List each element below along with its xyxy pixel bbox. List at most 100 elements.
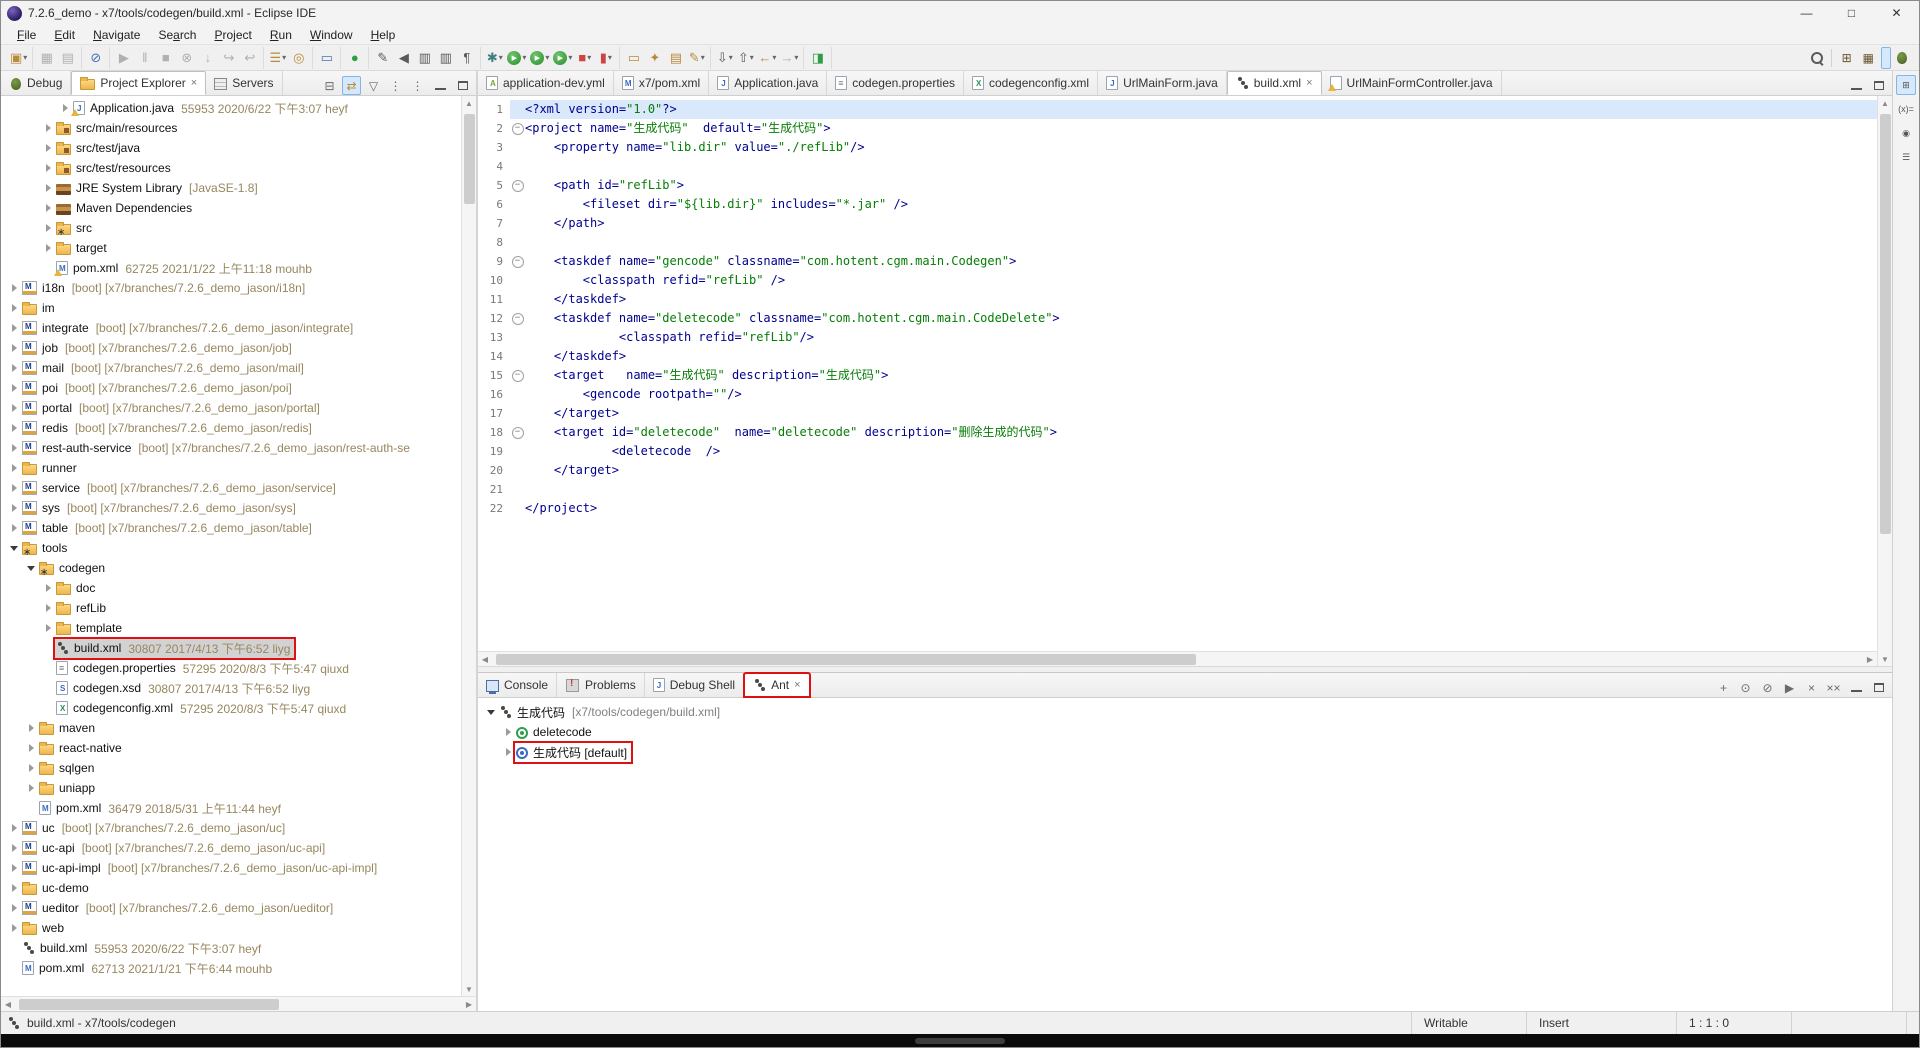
tree-row[interactable]: src/main/resources [1, 118, 461, 138]
tree-expand-arrow-icon[interactable] [41, 124, 55, 132]
tree-expand-arrow-icon[interactable] [24, 784, 38, 792]
tree-row[interactable]: portal [boot] [x7/branches/7.2.6_demo_ja… [1, 398, 461, 418]
tree-expand-arrow-icon[interactable] [484, 710, 498, 715]
fold-marker-icon[interactable] [510, 290, 525, 309]
project-tree-hscrollbar[interactable]: ◀ ▶ [1, 996, 476, 1011]
fold-marker-icon[interactable] [510, 423, 525, 442]
tree-expand-arrow-icon[interactable] [41, 624, 55, 632]
tab-application-dev-yml[interactable]: application-dev.yml × [478, 71, 614, 95]
tree-row[interactable]: src/test/java [1, 138, 461, 158]
tree-expand-arrow-icon[interactable] [41, 604, 55, 612]
tree-row[interactable]: pom.xml 36479 2018/5/31 上午11:44 heyf [1, 798, 461, 818]
breakpoints-view-icon[interactable]: ◉ [1896, 123, 1916, 143]
tab-project-explorer[interactable]: Project Explorer × [71, 71, 206, 95]
view-menu-icon[interactable]: ⋮ [408, 76, 427, 95]
save-icon[interactable]: ▦ [36, 47, 57, 69]
ant-tree-row[interactable]: deletecode [478, 722, 1892, 742]
remove-buildfile-icon[interactable]: × [1802, 678, 1821, 697]
tree-expand-arrow-icon[interactable] [7, 364, 21, 372]
tree-row[interactable]: redis [boot] [x7/branches/7.2.6_demo_jas… [1, 418, 461, 438]
tree-expand-arrow-icon[interactable] [7, 546, 21, 551]
templates-icon[interactable]: ▥ [435, 47, 456, 69]
tree-row[interactable]: target [1, 238, 461, 258]
minimize-view-icon[interactable] [431, 76, 450, 95]
tree-row[interactable]: runner [1, 458, 461, 478]
fold-marker-icon[interactable] [510, 385, 525, 404]
close-tab-icon[interactable]: × [1306, 77, 1312, 89]
editor-hscrollbar[interactable]: ◀ ▶ [478, 651, 1877, 666]
terminate-launch-icon[interactable]: ■ [574, 47, 595, 69]
link-with-editor-icon[interactable]: ⇄ [342, 76, 361, 95]
show-whitespace-icon[interactable]: ¶ [456, 47, 477, 69]
fold-marker-icon[interactable] [510, 233, 525, 252]
tree-row[interactable]: JRE System Library [JavaSE-1.8] [1, 178, 461, 198]
tree-row[interactable]: maven [1, 718, 461, 738]
fold-marker-icon[interactable] [510, 442, 525, 461]
boot-dashboard-icon[interactable]: ● [344, 47, 365, 69]
fold-marker-icon[interactable] [510, 271, 525, 290]
tab-ant[interactable]: Ant × [744, 673, 809, 697]
tree-row[interactable]: table [boot] [x7/branches/7.2.6_demo_jas… [1, 518, 461, 538]
open-view-icon[interactable]: ▥ [414, 47, 435, 69]
pin-icon[interactable]: ◀ [393, 47, 414, 69]
tree-expand-arrow-icon[interactable] [7, 504, 21, 512]
tree-row[interactable]: doc [1, 578, 461, 598]
tree-row[interactable]: build.xml 30807 2017/4/13 下午6:52 liyg [1, 638, 461, 658]
filter-icon[interactable]: ▽ [364, 76, 383, 95]
maximize-window-button[interactable]: □ [1829, 1, 1874, 25]
tree-expand-arrow-icon[interactable] [7, 344, 21, 352]
restore-views-icon[interactable]: ⊞ [1896, 75, 1916, 95]
open-type-icon[interactable]: ▭ [623, 47, 644, 69]
tree-expand-arrow-icon[interactable] [7, 864, 21, 872]
scrollbar-thumb[interactable] [1880, 114, 1891, 534]
tree-expand-arrow-icon[interactable] [501, 728, 515, 736]
tree-expand-arrow-icon[interactable] [24, 566, 38, 571]
maximize-view-icon[interactable] [1869, 678, 1888, 697]
customize-view-icon[interactable]: ⋮ [386, 76, 405, 95]
fold-marker-icon[interactable] [510, 366, 525, 385]
tree-row[interactable]: rest-auth-service [boot] [x7/branches/7.… [1, 438, 461, 458]
prev-annotation-icon[interactable]: ⇧ [735, 47, 756, 69]
fold-marker-icon[interactable] [510, 499, 525, 518]
menu-project[interactable]: Project [206, 26, 259, 44]
menu-help[interactable]: Help [363, 26, 404, 44]
scrollbar-thumb[interactable] [464, 114, 475, 204]
debug-launch-icon[interactable]: ✱ [484, 47, 505, 69]
open-perspective-icon[interactable]: ⊞ [1838, 47, 1856, 69]
maximize-editor-icon[interactable] [1869, 76, 1888, 95]
tree-row[interactable]: codegen.properties 57295 2020/8/3 下午5:47… [1, 658, 461, 678]
tab-debug-shell[interactable]: Debug Shell × [645, 673, 744, 697]
tree-row[interactable]: refLib [1, 598, 461, 618]
next-annotation-icon[interactable]: ⇩ [714, 47, 735, 69]
tab-problems[interactable]: Problems × [557, 673, 645, 697]
close-tab-icon[interactable]: × [191, 77, 197, 89]
fold-marker-icon[interactable] [510, 309, 525, 328]
menu-window[interactable]: Window [302, 26, 361, 44]
tree-row[interactable]: integrate [boot] [x7/branches/7.2.6_demo… [1, 318, 461, 338]
tree-expand-arrow-icon[interactable] [41, 244, 55, 252]
fold-marker-icon[interactable] [510, 100, 525, 119]
tree-expand-arrow-icon[interactable] [7, 484, 21, 492]
search-icon[interactable] [1809, 50, 1825, 66]
tree-row[interactable]: ueditor [boot] [x7/branches/7.2.6_demo_j… [1, 898, 461, 918]
tree-expand-arrow-icon[interactable] [7, 904, 21, 912]
run-to-line-icon[interactable]: ◎ [288, 47, 309, 69]
menu-search[interactable]: Search [150, 26, 204, 44]
sketch-icon[interactable]: ✎ [372, 47, 393, 69]
tree-row[interactable]: build.xml 55953 2020/6/22 下午3:07 heyf [1, 938, 461, 958]
tree-expand-arrow-icon[interactable] [41, 184, 55, 192]
fold-marker-icon[interactable] [510, 176, 525, 195]
tab-urlmainform-java[interactable]: UrlMainForm.java × [1098, 71, 1227, 95]
profile-launch-icon[interactable]: ▶ [551, 47, 574, 69]
tree-row[interactable]: Application.java 55953 2020/6/22 下午3:07 … [1, 98, 461, 118]
tree-row[interactable]: i18n [boot] [x7/branches/7.2.6_demo_jaso… [1, 278, 461, 298]
menu-run[interactable]: Run [262, 26, 300, 44]
coverage-launch-icon[interactable]: ▶ [528, 47, 551, 69]
maximize-view-icon[interactable] [453, 76, 472, 95]
variables-view-icon[interactable]: (x)= [1896, 99, 1916, 119]
tree-row[interactable]: sqlgen [1, 758, 461, 778]
tree-expand-arrow-icon[interactable] [24, 724, 38, 732]
fold-marker-icon[interactable] [510, 480, 525, 499]
run-launch-icon[interactable]: ▶ [505, 47, 528, 69]
tree-row[interactable]: react-native [1, 738, 461, 758]
